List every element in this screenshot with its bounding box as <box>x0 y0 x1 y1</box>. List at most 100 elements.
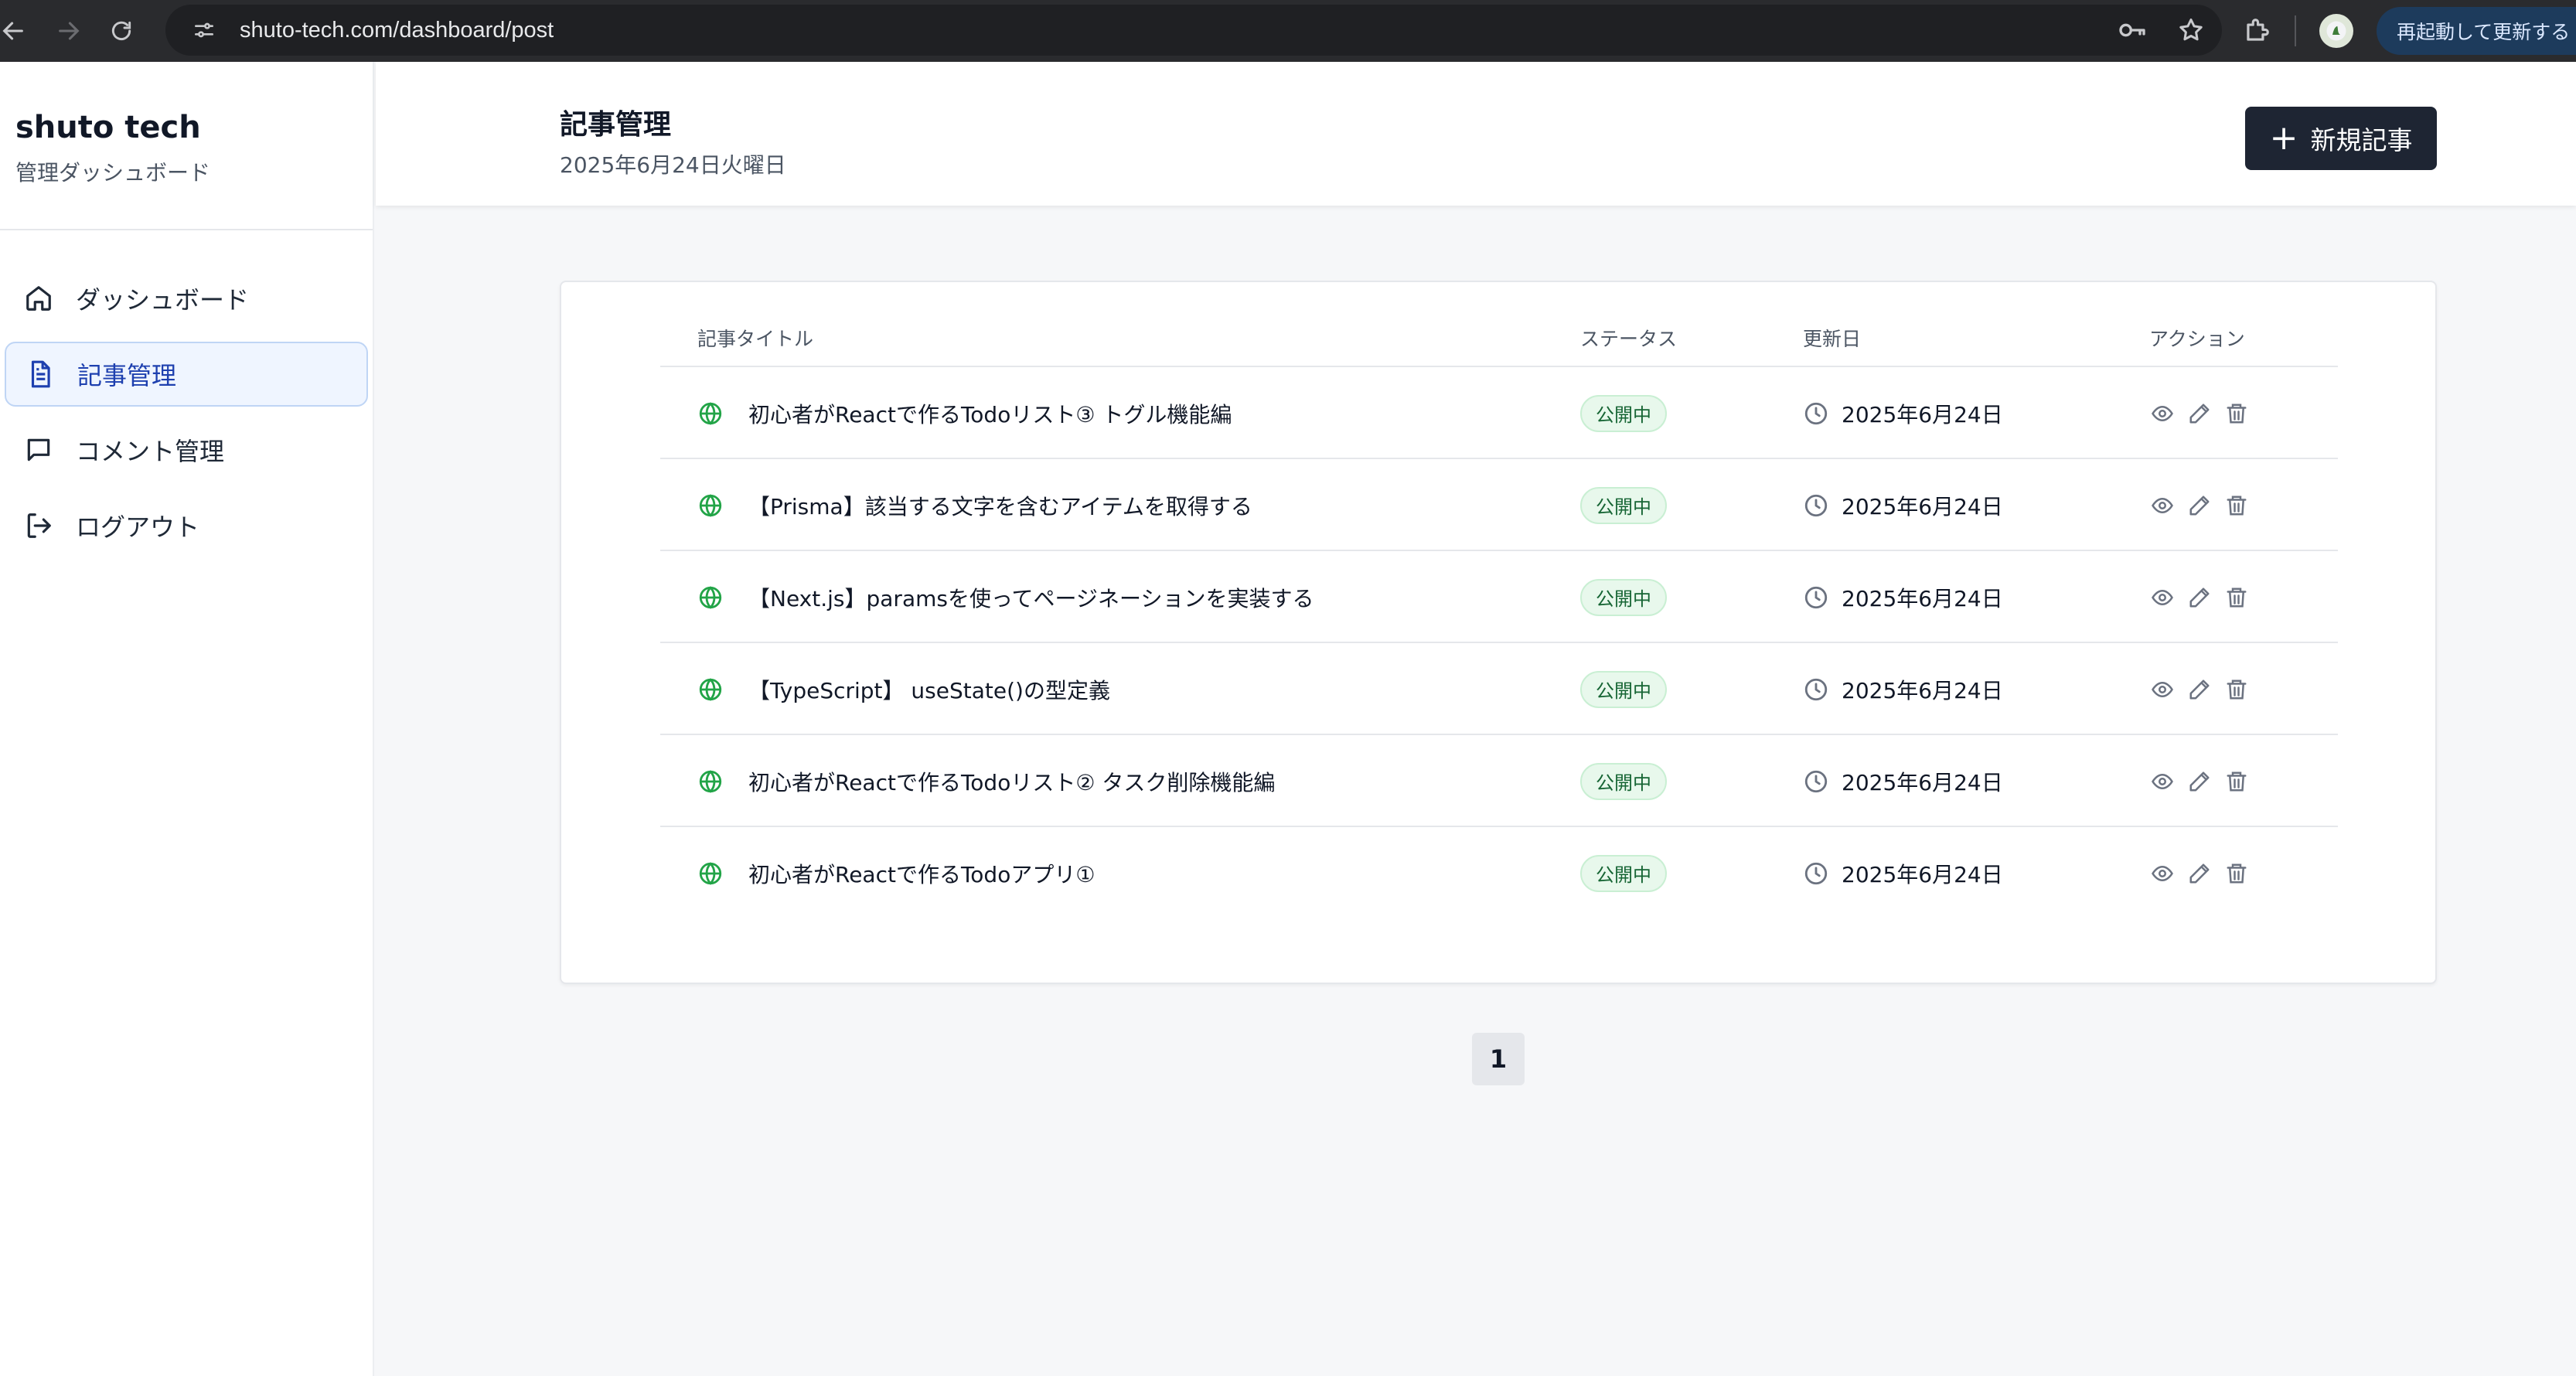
delete-button[interactable] <box>2223 492 2250 519</box>
eye-icon <box>2152 405 2173 421</box>
delete-button[interactable] <box>2223 676 2250 703</box>
title-cell: 初心者がReactで作るTodoリスト② タスク削除機能編 <box>697 735 1275 827</box>
updated-date: 2025年6月24日 <box>1842 585 2003 611</box>
arrow-left-icon <box>2 22 23 40</box>
actions-cell <box>2149 551 2261 643</box>
pencil-icon <box>2189 679 2210 699</box>
sidebar-item-logout[interactable]: ログアウト <box>5 493 368 558</box>
reload-button[interactable] <box>97 7 145 55</box>
globe-icon <box>699 861 722 885</box>
title-cell: 初心者がReactで作るTodoリスト③ トグル機能編 <box>697 367 1232 459</box>
trash-icon <box>2227 771 2247 791</box>
updated-cell: 2025年6月24日 <box>1803 735 2003 827</box>
view-button[interactable] <box>2149 400 2176 427</box>
trash-icon <box>2227 496 2247 515</box>
clock-icon <box>1804 586 1828 608</box>
pagination-page-button[interactable]: 1 <box>1472 1033 1525 1085</box>
table-row: 初心者がReactで作るTodoアプリ① 公開中 2025年6月24日 <box>660 827 2338 919</box>
extensions-icon[interactable] <box>2242 16 2271 46</box>
delete-button[interactable] <box>2223 584 2250 611</box>
sidebar-item-label: ログアウト <box>76 513 200 542</box>
edit-button[interactable] <box>2186 584 2213 611</box>
actions-cell <box>2149 459 2261 551</box>
post-title[interactable]: 【Prisma】該当する文字を含むアイテムを取得する <box>748 490 1252 521</box>
relaunch-update-button[interactable]: 再起動して更新する <box>2377 7 2576 55</box>
trash-icon <box>2227 679 2247 699</box>
sidebar-item-dashboard[interactable]: ダッシュボード <box>5 266 368 331</box>
delete-button[interactable] <box>2223 768 2250 795</box>
site-settings-icon[interactable] <box>189 15 220 46</box>
url-text[interactable]: shuto-tech.com/dashboard/post <box>240 18 554 43</box>
profile-avatar[interactable] <box>2319 14 2353 48</box>
key-icon[interactable] <box>2117 15 2148 46</box>
post-title[interactable]: 初心者がReactで作るTodoアプリ① <box>748 858 1095 889</box>
brand: shuto tech 管理ダッシュボード <box>0 62 373 230</box>
title-cell: 【TypeScript】 useState()の型定義 <box>697 643 1110 735</box>
star-icon[interactable] <box>2177 16 2205 44</box>
status-cell: 公開中 <box>1580 367 1667 459</box>
edit-button[interactable] <box>2186 400 2213 427</box>
eye-icon <box>2152 497 2173 513</box>
trash-icon <box>2227 588 2247 607</box>
sidebar-item-label: コメント管理 <box>76 437 225 466</box>
updated-cell: 2025年6月24日 <box>1803 459 2003 551</box>
view-button[interactable] <box>2149 676 2176 703</box>
pencil-icon <box>2189 404 2210 423</box>
clock-icon <box>1804 862 1828 884</box>
edit-button[interactable] <box>2186 492 2213 519</box>
page-title: 記事管理 <box>560 109 672 141</box>
updated-date: 2025年6月24日 <box>1842 769 2003 795</box>
updated-cell: 2025年6月24日 <box>1803 643 2003 735</box>
column-header-actions: アクション <box>2149 328 2245 350</box>
post-title[interactable]: 初心者がReactで作るTodoリスト② タスク削除機能編 <box>748 766 1275 797</box>
clock-icon <box>1804 494 1828 516</box>
toolbar-divider <box>2295 15 2296 46</box>
table-row: 【TypeScript】 useState()の型定義 公開中 2025年6月2… <box>660 643 2338 735</box>
actions-cell <box>2149 367 2261 459</box>
home-icon <box>22 281 56 315</box>
clock-icon <box>1804 678 1828 700</box>
page-date: 2025年6月24日火曜日 <box>560 152 786 178</box>
clock-icon <box>1804 402 1828 424</box>
edit-button[interactable] <box>2186 768 2213 795</box>
column-header-status: ステータス <box>1580 328 1678 350</box>
clock-icon <box>1804 770 1828 792</box>
post-title[interactable]: 【TypeScript】 useState()の型定義 <box>748 674 1110 705</box>
title-cell: 初心者がReactで作るTodoアプリ① <box>697 827 1095 919</box>
sidebar-nav: ダッシュボード 記事管理 コメント管理 ログアウト <box>0 230 373 558</box>
delete-button[interactable] <box>2223 860 2250 887</box>
table-body: 初心者がReactで作るTodoリスト③ トグル機能編 公開中 2025年6月2… <box>660 367 2338 919</box>
status-cell: 公開中 <box>1580 459 1667 551</box>
view-button[interactable] <box>2149 860 2176 887</box>
eye-icon <box>2152 773 2173 789</box>
view-button[interactable] <box>2149 584 2176 611</box>
status-badge: 公開中 <box>1580 670 1667 708</box>
post-title[interactable]: 初心者がReactで作るTodoリスト③ トグル機能編 <box>748 398 1232 429</box>
status-cell: 公開中 <box>1580 643 1667 735</box>
forward-button[interactable] <box>45 7 93 55</box>
brand-subtitle: 管理ダッシュボード <box>15 160 211 186</box>
post-title[interactable]: 【Next.js】paramsを使ってページネーションを実装する <box>748 582 1314 613</box>
edit-button[interactable] <box>2186 860 2213 887</box>
back-button[interactable] <box>0 7 37 55</box>
updated-cell: 2025年6月24日 <box>1803 367 2003 459</box>
actions-cell <box>2149 735 2261 827</box>
delete-button[interactable] <box>2223 400 2250 427</box>
globe-icon <box>699 677 722 701</box>
sidebar-item-posts[interactable]: 記事管理 <box>5 342 368 407</box>
edit-button[interactable] <box>2186 676 2213 703</box>
actions-cell <box>2149 643 2261 735</box>
status-badge: 公開中 <box>1580 578 1667 616</box>
new-post-button[interactable]: + 新規記事 <box>2245 107 2437 170</box>
address-bar[interactable]: shuto-tech.com/dashboard/post <box>165 5 2222 56</box>
status-badge: 公開中 <box>1580 486 1667 524</box>
status-cell: 公開中 <box>1580 735 1667 827</box>
sidebar-item-comments[interactable]: コメント管理 <box>5 417 368 482</box>
table-header: 記事タイトル ステータス 更新日 アクション <box>660 324 2338 367</box>
globe-icon <box>699 585 722 609</box>
sidebar-item-label: ダッシュボード <box>76 285 250 315</box>
reload-icon <box>111 21 131 40</box>
view-button[interactable] <box>2149 768 2176 795</box>
actions-cell <box>2149 827 2261 919</box>
view-button[interactable] <box>2149 492 2176 519</box>
